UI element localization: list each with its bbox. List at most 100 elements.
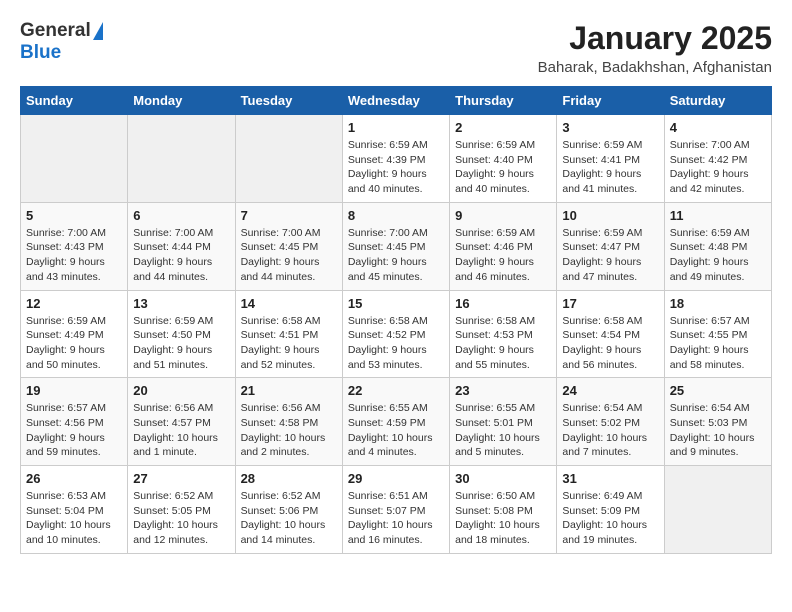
calendar-week-4: 19Sunrise: 6:57 AMSunset: 4:56 PMDayligh… (21, 378, 772, 466)
cell-day-number: 19 (26, 383, 122, 398)
cell-day-number: 26 (26, 471, 122, 486)
title-block: January 2025 Baharak, Badakhshan, Afghan… (538, 20, 772, 76)
cell-day-info: Sunrise: 6:59 AMSunset: 4:47 PMDaylight:… (562, 226, 658, 285)
cell-day-number: 10 (562, 208, 658, 223)
cell-day-number: 23 (455, 383, 551, 398)
calendar-table: SundayMondayTuesdayWednesdayThursdayFrid… (20, 86, 772, 554)
calendar-cell: 21 Sunrise: 6:56 AMSunset: 4:58 PMDayligh… (235, 378, 342, 466)
calendar-cell: 4 Sunrise: 7:00 AMSunset: 4:42 PMDaylight… (664, 115, 771, 203)
calendar-cell (664, 466, 771, 554)
page-header: General Blue January 2025 Baharak, Badak… (20, 20, 772, 76)
cell-day-number: 4 (670, 120, 766, 135)
calendar-cell: 24 Sunrise: 6:54 AMSunset: 5:02 PMDayligh… (557, 378, 664, 466)
logo-wrapper: General (20, 20, 105, 42)
cell-day-number: 2 (455, 120, 551, 135)
cell-day-info: Sunrise: 6:49 AMSunset: 5:09 PMDaylight:… (562, 489, 658, 548)
cell-day-number: 16 (455, 296, 551, 311)
cell-day-number: 14 (241, 296, 337, 311)
calendar-cell: 2 Sunrise: 6:59 AMSunset: 4:40 PMDaylight… (450, 115, 557, 203)
cell-day-number: 3 (562, 120, 658, 135)
calendar-header: SundayMondayTuesdayWednesdayThursdayFrid… (21, 87, 772, 115)
cell-day-info: Sunrise: 7:00 AMSunset: 4:42 PMDaylight:… (670, 138, 766, 197)
page-title: January 2025 (538, 20, 772, 57)
header-day-wednesday: Wednesday (342, 87, 449, 115)
cell-day-info: Sunrise: 6:59 AMSunset: 4:49 PMDaylight:… (26, 314, 122, 373)
header-row: SundayMondayTuesdayWednesdayThursdayFrid… (21, 87, 772, 115)
calendar-cell: 10 Sunrise: 6:59 AMSunset: 4:47 PMDayligh… (557, 202, 664, 290)
cell-day-number: 30 (455, 471, 551, 486)
cell-day-info: Sunrise: 6:59 AMSunset: 4:40 PMDaylight:… (455, 138, 551, 197)
calendar-cell: 18 Sunrise: 6:57 AMSunset: 4:55 PMDayligh… (664, 290, 771, 378)
cell-day-info: Sunrise: 6:52 AMSunset: 5:05 PMDaylight:… (133, 489, 229, 548)
cell-day-number: 6 (133, 208, 229, 223)
cell-day-info: Sunrise: 7:00 AMSunset: 4:45 PMDaylight:… (241, 226, 337, 285)
calendar-cell: 3 Sunrise: 6:59 AMSunset: 4:41 PMDaylight… (557, 115, 664, 203)
cell-day-number: 25 (670, 383, 766, 398)
logo-blue-wrapper: Blue (20, 42, 61, 64)
calendar-cell: 19Sunrise: 6:57 AMSunset: 4:56 PMDayligh… (21, 378, 128, 466)
cell-day-info: Sunrise: 7:00 AMSunset: 4:43 PMDaylight:… (26, 226, 122, 285)
calendar-cell: 1Sunrise: 6:59 AMSunset: 4:39 PMDaylight… (342, 115, 449, 203)
cell-day-info: Sunrise: 6:59 AMSunset: 4:48 PMDaylight:… (670, 226, 766, 285)
cell-day-number: 21 (241, 383, 337, 398)
cell-day-number: 31 (562, 471, 658, 486)
cell-day-info: Sunrise: 6:59 AMSunset: 4:50 PMDaylight:… (133, 314, 229, 373)
calendar-cell: 16Sunrise: 6:58 AMSunset: 4:53 PMDayligh… (450, 290, 557, 378)
cell-day-info: Sunrise: 6:57 AMSunset: 4:55 PMDaylight:… (670, 314, 766, 373)
logo: General Blue (20, 20, 105, 64)
cell-day-info: Sunrise: 6:59 AMSunset: 4:41 PMDaylight:… (562, 138, 658, 197)
cell-day-info: Sunrise: 6:54 AMSunset: 5:02 PMDaylight:… (562, 401, 658, 460)
logo-triangle-icon (93, 22, 103, 40)
cell-day-info: Sunrise: 6:59 AMSunset: 4:46 PMDaylight:… (455, 226, 551, 285)
calendar-cell: 23 Sunrise: 6:55 AMSunset: 5:01 PMDayligh… (450, 378, 557, 466)
cell-day-number: 9 (455, 208, 551, 223)
calendar-cell: 14Sunrise: 6:58 AMSunset: 4:51 PMDayligh… (235, 290, 342, 378)
cell-day-number: 29 (348, 471, 444, 486)
cell-day-number: 7 (241, 208, 337, 223)
calendar-week-5: 26Sunrise: 6:53 AMSunset: 5:04 PMDayligh… (21, 466, 772, 554)
calendar-body: 1Sunrise: 6:59 AMSunset: 4:39 PMDaylight… (21, 115, 772, 554)
header-day-thursday: Thursday (450, 87, 557, 115)
cell-day-number: 5 (26, 208, 122, 223)
cell-day-number: 17 (562, 296, 658, 311)
calendar-cell: 5 Sunrise: 7:00 AMSunset: 4:43 PMDaylight… (21, 202, 128, 290)
cell-day-number: 11 (670, 208, 766, 223)
cell-day-number: 13 (133, 296, 229, 311)
cell-day-info: Sunrise: 6:56 AMSunset: 4:58 PMDaylight:… (241, 401, 337, 460)
cell-day-number: 15 (348, 296, 444, 311)
cell-day-info: Sunrise: 6:50 AMSunset: 5:08 PMDaylight:… (455, 489, 551, 548)
calendar-week-2: 5 Sunrise: 7:00 AMSunset: 4:43 PMDaylight… (21, 202, 772, 290)
cell-day-info: Sunrise: 6:55 AMSunset: 5:01 PMDaylight:… (455, 401, 551, 460)
calendar-cell: 29Sunrise: 6:51 AMSunset: 5:07 PMDayligh… (342, 466, 449, 554)
calendar-cell: 9 Sunrise: 6:59 AMSunset: 4:46 PMDaylight… (450, 202, 557, 290)
cell-day-number: 20 (133, 383, 229, 398)
calendar-cell: 7 Sunrise: 7:00 AMSunset: 4:45 PMDaylight… (235, 202, 342, 290)
calendar-cell: 6Sunrise: 7:00 AMSunset: 4:44 PMDaylight… (128, 202, 235, 290)
header-day-friday: Friday (557, 87, 664, 115)
calendar-week-1: 1Sunrise: 6:59 AMSunset: 4:39 PMDaylight… (21, 115, 772, 203)
calendar-cell: 27Sunrise: 6:52 AMSunset: 5:05 PMDayligh… (128, 466, 235, 554)
cell-day-info: Sunrise: 6:59 AMSunset: 4:39 PMDaylight:… (348, 138, 444, 197)
cell-day-info: Sunrise: 6:52 AMSunset: 5:06 PMDaylight:… (241, 489, 337, 548)
cell-day-number: 22 (348, 383, 444, 398)
calendar-cell: 25Sunrise: 6:54 AMSunset: 5:03 PMDayligh… (664, 378, 771, 466)
calendar-cell: 30 Sunrise: 6:50 AMSunset: 5:08 PMDayligh… (450, 466, 557, 554)
calendar-cell: 22 Sunrise: 6:55 AMSunset: 4:59 PMDayligh… (342, 378, 449, 466)
calendar-cell (235, 115, 342, 203)
cell-day-info: Sunrise: 7:00 AMSunset: 4:45 PMDaylight:… (348, 226, 444, 285)
header-day-sunday: Sunday (21, 87, 128, 115)
header-day-monday: Monday (128, 87, 235, 115)
calendar-cell: 15Sunrise: 6:58 AMSunset: 4:52 PMDayligh… (342, 290, 449, 378)
cell-day-number: 24 (562, 383, 658, 398)
calendar-cell: 20Sunrise: 6:56 AMSunset: 4:57 PMDayligh… (128, 378, 235, 466)
calendar-cell (128, 115, 235, 203)
calendar-cell: 8Sunrise: 7:00 AMSunset: 4:45 PMDaylight… (342, 202, 449, 290)
calendar-week-3: 12 Sunrise: 6:59 AMSunset: 4:49 PMDayligh… (21, 290, 772, 378)
cell-day-info: Sunrise: 6:55 AMSunset: 4:59 PMDaylight:… (348, 401, 444, 460)
calendar-cell: 13 Sunrise: 6:59 AMSunset: 4:50 PMDayligh… (128, 290, 235, 378)
logo-general-text: General (20, 20, 91, 42)
cell-day-number: 12 (26, 296, 122, 311)
cell-day-number: 18 (670, 296, 766, 311)
page-subtitle: Baharak, Badakhshan, Afghanistan (538, 59, 772, 76)
calendar-cell: 26Sunrise: 6:53 AMSunset: 5:04 PMDayligh… (21, 466, 128, 554)
